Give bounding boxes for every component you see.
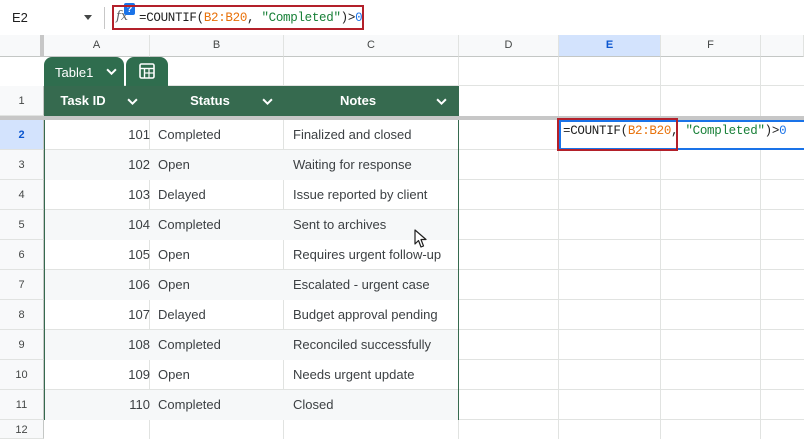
table-row[interactable]: 110 Completed Closed <box>45 390 458 420</box>
table-row[interactable]: 102 Open Waiting for response <box>45 150 458 180</box>
chevron-down-icon <box>106 68 117 76</box>
table-header-row: Task ID Status Notes <box>44 86 459 116</box>
column-header-f[interactable]: F <box>661 35 761 57</box>
formula-bar-divider <box>104 7 105 29</box>
cell-task-id[interactable]: 110 <box>129 390 150 420</box>
row-header-2[interactable]: 2 <box>0 120 44 150</box>
cell-status[interactable]: Completed <box>158 330 221 360</box>
mouse-pointer-icon <box>414 229 427 248</box>
cell-highlight-outline <box>557 118 678 151</box>
cell-notes[interactable]: Needs urgent update <box>293 360 414 390</box>
cell-status[interactable]: Completed <box>158 210 221 240</box>
cell-status[interactable]: Open <box>158 270 190 300</box>
name-box[interactable]: E2 <box>12 10 28 25</box>
column-header-e[interactable]: E <box>559 35 661 57</box>
cell-status[interactable]: Open <box>158 150 190 180</box>
row-header-7[interactable]: 7 <box>0 270 44 300</box>
cell-task-id[interactable]: 107 <box>128 300 150 330</box>
cell-task-id[interactable]: 102 <box>128 150 150 180</box>
table-view-icon <box>139 63 155 79</box>
row-header-6[interactable]: 6 <box>0 240 44 270</box>
cell-status[interactable]: Completed <box>158 390 221 420</box>
table-row[interactable]: 109 Open Needs urgent update <box>45 360 458 390</box>
chevron-down-icon[interactable] <box>436 98 447 106</box>
cell-status[interactable]: Delayed <box>158 300 206 330</box>
table-row[interactable]: 103 Delayed Issue reported by client <box>45 180 458 210</box>
cell-status[interactable]: Open <box>158 240 190 270</box>
formula-operator: )> <box>764 124 780 138</box>
row-header-11[interactable]: 11 <box>0 390 44 420</box>
cell-notes[interactable]: Finalized and closed <box>293 120 412 150</box>
cell-task-id[interactable]: 108 <box>128 330 150 360</box>
formula-number: 0 <box>779 124 787 138</box>
header-status[interactable]: Status <box>150 86 270 116</box>
formula-highlight-outline <box>112 5 364 30</box>
cell-notes[interactable]: Escalated - urgent case <box>293 270 430 300</box>
row-header-10[interactable]: 10 <box>0 360 44 390</box>
column-header-d[interactable]: D <box>459 35 559 57</box>
column-header-g[interactable] <box>761 35 804 57</box>
cell-task-id[interactable]: 109 <box>128 360 150 390</box>
table-name-chip[interactable]: Table1 <box>44 57 124 86</box>
chevron-down-icon[interactable] <box>127 98 138 106</box>
cell-notes[interactable]: Waiting for response <box>293 150 412 180</box>
column-header-c[interactable]: C <box>284 35 459 57</box>
formula-string: "Completed" <box>685 124 765 138</box>
table-row[interactable]: 105 Open Requires urgent follow-up <box>45 240 458 270</box>
row-header-9[interactable]: 9 <box>0 330 44 360</box>
cell-status[interactable]: Delayed <box>158 180 206 210</box>
chevron-down-icon[interactable] <box>262 98 273 106</box>
formula-bar: E2 fx ? =COUNTIF(B2:B20, "Completed")>0 <box>0 0 804 36</box>
table-name: Table1 <box>55 65 94 80</box>
cell-status[interactable]: Completed <box>158 120 221 150</box>
cell-notes[interactable]: Issue reported by client <box>293 180 427 210</box>
cell-notes[interactable]: Closed <box>293 390 333 420</box>
table-row[interactable]: 106 Open Escalated - urgent case <box>45 270 458 300</box>
header-task-id[interactable]: Task ID <box>44 86 122 116</box>
table-row[interactable]: 107 Delayed Budget approval pending <box>45 300 458 330</box>
row-header-12[interactable]: 12 <box>0 420 44 439</box>
row-header-1[interactable]: 1 <box>0 86 44 116</box>
cell-task-id[interactable]: 103 <box>128 180 150 210</box>
table-options-button[interactable] <box>126 57 168 86</box>
cell-notes[interactable]: Reconciled successfully <box>293 330 431 360</box>
column-header-a[interactable]: A <box>44 35 150 57</box>
row-header-8[interactable]: 8 <box>0 300 44 330</box>
cell-task-id[interactable]: 104 <box>128 210 150 240</box>
table-row[interactable]: 104 Completed Sent to archives <box>45 210 458 240</box>
row-header-4[interactable]: 4 <box>0 180 44 210</box>
cell-task-id[interactable]: 101 <box>128 120 150 150</box>
select-all-corner[interactable] <box>0 35 44 57</box>
row-header-3[interactable]: 3 <box>0 150 44 180</box>
cell-notes[interactable]: Sent to archives <box>293 210 386 240</box>
cell-task-id[interactable]: 106 <box>128 270 150 300</box>
table-row[interactable]: 108 Completed Reconciled successfully <box>45 330 458 360</box>
cell-task-id[interactable]: 105 <box>128 240 150 270</box>
header-notes[interactable]: Notes <box>284 86 432 116</box>
table-row[interactable]: 101 Completed Finalized and closed <box>45 120 458 150</box>
cell-status[interactable]: Open <box>158 360 190 390</box>
row-header-5[interactable]: 5 <box>0 210 44 240</box>
column-header-b[interactable]: B <box>150 35 284 57</box>
table-body: 101 Completed Finalized and closed 102 O… <box>44 120 459 420</box>
cell-notes[interactable]: Budget approval pending <box>293 300 438 330</box>
name-box-dropdown-icon[interactable] <box>84 15 92 20</box>
